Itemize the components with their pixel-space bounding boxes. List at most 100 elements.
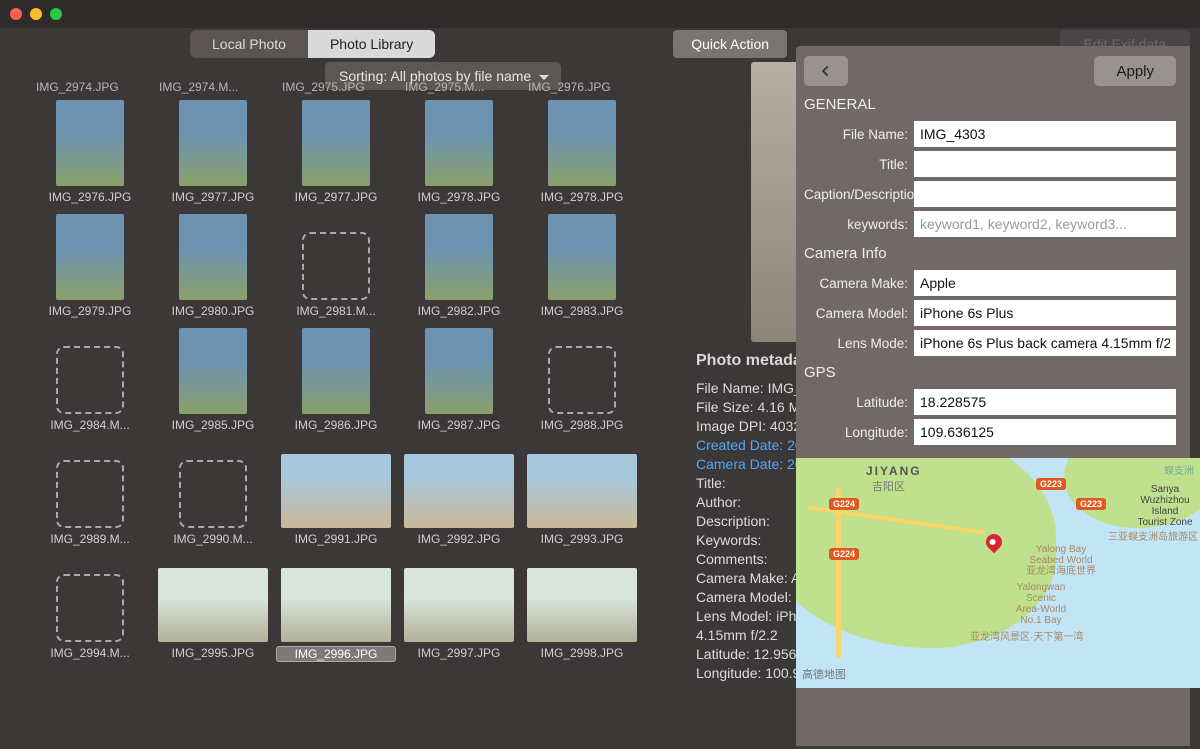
window-titlebar	[0, 0, 1200, 28]
photo-thumbnail[interactable]	[56, 214, 124, 300]
filename-label: IMG_2984.M...	[30, 418, 150, 432]
photo-cell[interactable]: IMG_2994.M...	[30, 556, 150, 662]
apply-button[interactable]: Apply	[1094, 56, 1176, 86]
photo-thumbnail[interactable]	[548, 214, 616, 300]
filename-label: IMG_2977.JPG	[276, 190, 396, 204]
photo-cell[interactable]: IMG_2982.JPG	[399, 214, 519, 318]
photo-thumbnail[interactable]	[281, 568, 391, 642]
map-attribution: 高德地图	[802, 666, 846, 682]
photo-cell[interactable]: IMG_2995.JPG	[153, 556, 273, 662]
photo-thumbnail[interactable]	[281, 454, 391, 528]
photo-cell[interactable]: IMG_2991.JPG	[276, 442, 396, 546]
filename-label: IMG_2979.JPG	[30, 304, 150, 318]
photo-thumbnail[interactable]	[158, 568, 268, 642]
cameramodel-input[interactable]	[914, 300, 1176, 326]
photo-cell[interactable]: IMG_2981.M...	[276, 214, 396, 318]
map-label-bochi: 蜈支洲	[1164, 466, 1194, 477]
photo-thumbnail[interactable]	[179, 328, 247, 414]
photo-thumbnail[interactable]	[425, 100, 493, 186]
placeholder-thumbnail[interactable]	[56, 346, 124, 414]
minimize-window-button[interactable]	[30, 8, 42, 20]
cameramake-input[interactable]	[914, 270, 1176, 296]
photo-thumbnail[interactable]	[302, 100, 370, 186]
placeholder-thumbnail[interactable]	[56, 460, 124, 528]
photo-thumbnail[interactable]	[404, 568, 514, 642]
photo-thumbnail[interactable]	[179, 100, 247, 186]
longitude-input[interactable]	[914, 419, 1176, 445]
filename-label: IMG_2998.JPG	[522, 646, 642, 660]
tab-local-photo[interactable]: Local Photo	[190, 30, 308, 58]
filename-label: IMG_2987.JPG	[399, 418, 519, 432]
photo-thumbnail[interactable]	[179, 214, 247, 300]
map-label-sanya: Sanya Wuzhizhou Island Tourist Zone	[1130, 484, 1200, 528]
photo-cell[interactable]: IMG_2978.JPG	[522, 100, 642, 204]
photo-cell[interactable]: IMG_2993.JPG	[522, 442, 642, 546]
photo-thumbnail[interactable]	[425, 328, 493, 414]
meta-latitude-label: Latitude:	[696, 646, 750, 662]
filename-label: IMG_2986.JPG	[276, 418, 396, 432]
photo-cell[interactable]: IMG_2978.JPG	[399, 100, 519, 204]
photo-thumbnail[interactable]	[425, 214, 493, 300]
map-label-yalongwan-cn: 亚龙湾风景区·天下第一湾	[970, 632, 1083, 643]
photo-thumbnail[interactable]	[404, 454, 514, 528]
photo-cell[interactable]: IMG_2976.JPG	[30, 100, 150, 204]
quick-action-button[interactable]: Quick Action	[673, 30, 787, 58]
source-segmented-control: Local Photo Photo Library	[190, 30, 435, 58]
meta-created-label[interactable]: Created Date:	[696, 437, 783, 453]
close-window-button[interactable]	[10, 8, 22, 20]
photo-cell[interactable]: IMG_2983.JPG	[522, 214, 642, 318]
chevron-left-icon	[819, 64, 833, 78]
photo-cell[interactable]: IMG_2985.JPG	[153, 328, 273, 432]
photo-cell[interactable]: IMG_2997.JPG	[399, 556, 519, 662]
photo-grid: IMG_2976.JPGIMG_2977.JPGIMG_2977.JPGIMG_…	[30, 100, 680, 662]
title-input[interactable]	[914, 151, 1176, 177]
photo-cell[interactable]: IMG_2998.JPG	[522, 556, 642, 662]
photo-cell[interactable]: IMG_2987.JPG	[399, 328, 519, 432]
photo-thumbnail[interactable]	[527, 454, 637, 528]
placeholder-thumbnail[interactable]	[548, 346, 616, 414]
keywords-input[interactable]	[914, 211, 1176, 237]
photo-thumbnail[interactable]	[527, 568, 637, 642]
photo-cell[interactable]: IMG_2984.M...	[30, 328, 150, 432]
photo-cell[interactable]: IMG_2977.JPG	[153, 100, 273, 204]
back-button[interactable]	[804, 56, 848, 86]
field-label-longitude: Longitude:	[804, 425, 914, 440]
photo-cell[interactable]: IMG_2980.JPG	[153, 214, 273, 318]
filename-label: IMG_2978.JPG	[522, 190, 642, 204]
photo-cell[interactable]: IMG_2992.JPG	[399, 442, 519, 546]
photo-cell[interactable]: IMG_2986.JPG	[276, 328, 396, 432]
photo-thumbnail[interactable]	[548, 100, 616, 186]
gps-map[interactable]: JIYANG 吉阳区 G223 G223 G224 G224 Sanya Wuz…	[796, 458, 1200, 688]
placeholder-thumbnail[interactable]	[56, 574, 124, 642]
photo-cell[interactable]: IMG_2988.JPG	[522, 328, 642, 432]
placeholder-thumbnail[interactable]	[179, 460, 247, 528]
photo-thumbnail[interactable]	[56, 100, 124, 186]
filename-label: IMG_2991.JPG	[276, 532, 396, 546]
meta-cameradate-label[interactable]: Camera Date:	[696, 456, 783, 472]
meta-title-label: Title:	[696, 475, 726, 491]
section-gps: GPS	[804, 364, 1176, 381]
filename-input[interactable]	[914, 121, 1176, 147]
placeholder-thumbnail[interactable]	[302, 232, 370, 300]
caption-input[interactable]	[914, 181, 1176, 207]
lensmodel-input[interactable]	[914, 330, 1176, 356]
meta-keywords-label: Keywords:	[696, 532, 761, 548]
tab-photo-library[interactable]: Photo Library	[308, 30, 435, 58]
photo-thumbnail[interactable]	[302, 328, 370, 414]
map-shield-g223b: G223	[1076, 498, 1106, 510]
filename-label: IMG_2977.JPG	[153, 190, 273, 204]
filename-label: IMG_2992.JPG	[399, 532, 519, 546]
latitude-input[interactable]	[914, 389, 1176, 415]
grid-top-row: IMG_2974.JPG IMG_2974.M... IMG_2975.JPG …	[36, 80, 686, 94]
filename-label: IMG_2985.JPG	[153, 418, 273, 432]
map-label-yalong: Yalong Bay Seabed World 亚龙湾海底世界	[1016, 544, 1106, 577]
filename-label: IMG_2978.JPG	[399, 190, 519, 204]
photo-cell[interactable]: IMG_2979.JPG	[30, 214, 150, 318]
photo-cell[interactable]: IMG_2977.JPG	[276, 100, 396, 204]
field-label-cameramodel: Camera Model:	[804, 306, 914, 321]
photo-cell[interactable]: IMG_2989.M...	[30, 442, 150, 546]
filename-label: IMG_2990.M...	[153, 532, 273, 546]
photo-cell[interactable]: IMG_2990.M...	[153, 442, 273, 546]
photo-cell[interactable]: IMG_2996.JPG	[276, 556, 396, 662]
maximize-window-button[interactable]	[50, 8, 62, 20]
